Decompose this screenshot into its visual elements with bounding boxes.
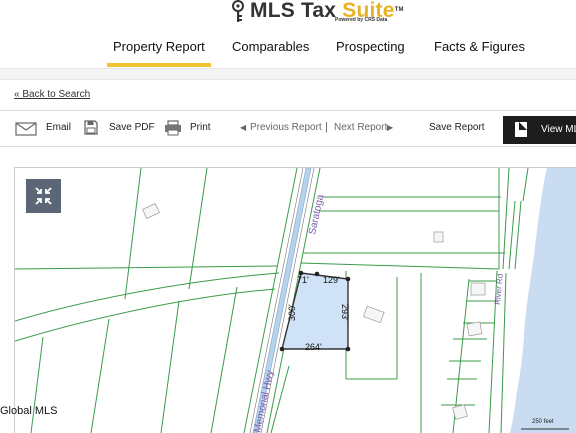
scale-label: 250 feet xyxy=(532,419,554,425)
toolbar-separator: | xyxy=(325,121,328,133)
tab-prospecting[interactable]: Prospecting xyxy=(336,39,405,54)
tab-property-report[interactable]: Property Report xyxy=(113,39,205,54)
brand-logo[interactable]: MLS Tax SuiteTM Powered by CRS Data xyxy=(230,0,404,28)
dimension-bottom: 264' xyxy=(305,342,322,352)
chevron-right-icon[interactable]: ▶ xyxy=(387,123,393,132)
cross-road xyxy=(15,288,276,342)
road-label-river-rd: River Rd xyxy=(493,273,505,305)
back-to-search-link[interactable]: « Back to Search xyxy=(14,89,90,100)
cross-road xyxy=(15,272,280,322)
parcel-vertex xyxy=(345,346,351,352)
print-button[interactable]: Print xyxy=(190,122,211,133)
map-collapse-button[interactable] xyxy=(26,179,61,213)
next-report-button[interactable]: Next Report xyxy=(334,122,387,133)
main-tabs: Property Report Comparables Prospecting … xyxy=(0,38,576,68)
tab-facts-figures[interactable]: Facts & Figures xyxy=(434,39,525,54)
email-button[interactable]: Email xyxy=(46,122,71,133)
parcel-vertex xyxy=(279,346,285,352)
floppy-disk-icon[interactable] xyxy=(84,120,98,135)
document-icon xyxy=(515,122,527,137)
chevron-left-icon[interactable]: ◀ xyxy=(240,123,246,132)
collapse-arrows-icon xyxy=(35,187,52,205)
save-pdf-button[interactable]: Save PDF xyxy=(109,122,155,133)
dimension-right: 293' xyxy=(340,304,350,321)
tab-comparables[interactable]: Comparables xyxy=(232,39,309,54)
divider-band xyxy=(0,68,576,80)
parcel-vertex xyxy=(314,271,320,277)
dimension-top-right: 129' xyxy=(323,275,340,285)
envelope-icon[interactable] xyxy=(15,122,37,136)
printer-icon[interactable] xyxy=(164,120,182,136)
river-water xyxy=(510,168,576,433)
dimension-left: 300' xyxy=(287,304,297,321)
view-mls-button[interactable]: View MLS xyxy=(503,116,576,144)
report-toolbar: Email Save PDF Print ◀ Previous Report |… xyxy=(0,110,576,146)
watermark-global-mls: Global MLS xyxy=(0,405,58,417)
brand-powered-by: Powered by CRS Data xyxy=(335,17,388,23)
parcel-vertex xyxy=(345,276,351,282)
save-report-button[interactable]: Save Report xyxy=(429,122,485,133)
previous-report-button[interactable]: Previous Report xyxy=(250,122,322,133)
active-tab-indicator xyxy=(107,63,211,67)
dimension-top-left: 71' xyxy=(297,275,309,285)
key-icon xyxy=(232,0,244,22)
parcel-map[interactable]: Saratoga Memorial Hwy River Rd 71' 129' … xyxy=(14,167,576,433)
map-canvas[interactable]: Saratoga Memorial Hwy River Rd 71' 129' … xyxy=(15,168,576,433)
divider xyxy=(0,146,576,147)
